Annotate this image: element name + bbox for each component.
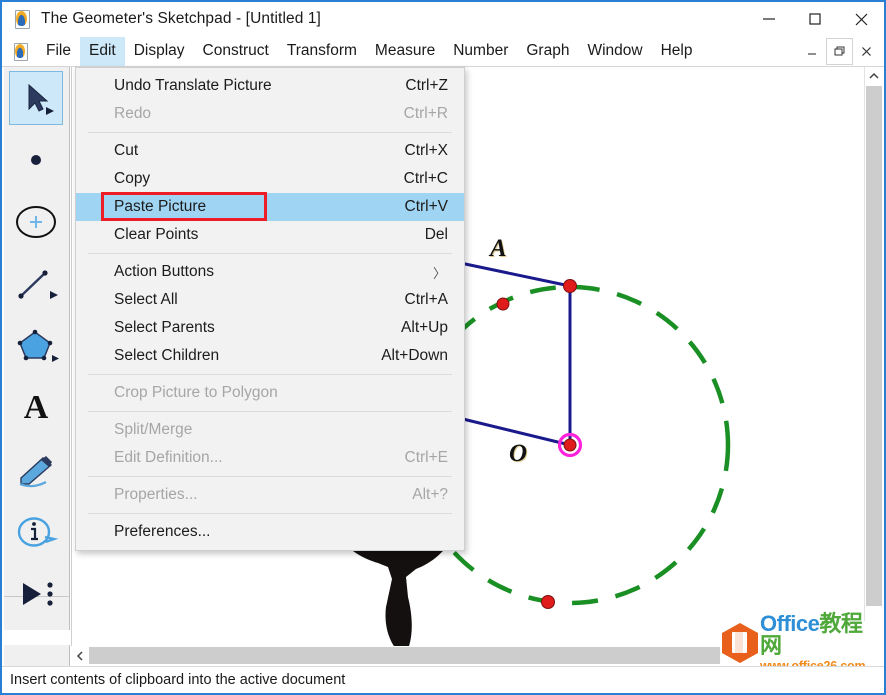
menu-separator — [88, 411, 452, 412]
menu-option-accel: Ctrl+C — [403, 170, 448, 187]
point-left-hidden — [496, 297, 510, 311]
tool-compass-circle[interactable] — [4, 191, 68, 253]
menu-item-help[interactable]: Help — [652, 37, 702, 66]
scrollbar-corner — [4, 645, 70, 667]
maximize-icon[interactable] — [792, 2, 838, 36]
menu-option-select-all[interactable]: Select All Ctrl+A — [76, 286, 464, 314]
status-text: Insert contents of clipboard into the ac… — [10, 672, 346, 688]
menu-option-action-buttons[interactable]: Action Buttons 〉 — [76, 258, 464, 286]
chevron-right-icon: 〉 — [432, 265, 446, 281]
menu-option-clear-points[interactable]: Clear Points Del — [76, 221, 464, 249]
menu-option-crop-picture-to-polygon[interactable]: Crop Picture to Polygon — [76, 379, 464, 407]
tool-point[interactable] — [4, 129, 68, 191]
status-bar: Insert contents of clipboard into the ac… — [2, 666, 884, 693]
menu-option-accel: Ctrl+X — [404, 142, 449, 159]
menu-option-preferences[interactable]: Preferences... — [76, 518, 464, 546]
point-label-A[interactable]: A — [490, 235, 507, 263]
doc-minimize-icon[interactable] — [799, 38, 826, 65]
minimize-icon[interactable] — [746, 2, 792, 36]
menu-item-edit[interactable]: Edit — [79, 36, 125, 66]
menu-option-accel: Ctrl+E — [404, 449, 449, 466]
window-title: The Geometer's Sketchpad - [Untitled 1] — [41, 10, 321, 27]
close-icon[interactable] — [838, 2, 884, 36]
menu-separator — [88, 253, 452, 254]
menu-option-label: Clear Points — [114, 226, 199, 243]
tools-palette: A — [4, 67, 70, 630]
tool-arrow-select[interactable] — [4, 67, 68, 129]
menu-separator — [88, 513, 452, 514]
menu-option-label: Paste Picture — [114, 198, 207, 215]
doc-close-icon[interactable] — [853, 38, 880, 65]
menu-option-cut[interactable]: Cut Ctrl+X — [76, 137, 464, 165]
menu-option-select-parents[interactable]: Select Parents Alt+Up — [76, 314, 464, 342]
menu-option-label: Cut — [114, 142, 139, 159]
menu-option-properties[interactable]: Properties... Alt+? — [76, 481, 464, 509]
menu-option-label: Action Buttons — [114, 263, 214, 280]
chevron-up-icon[interactable] — [865, 67, 883, 85]
menu-bar: File Edit Display Construct Transform Me… — [2, 36, 884, 67]
window-controls — [746, 2, 884, 36]
menu-option-label: Edit Definition... — [114, 449, 223, 466]
menu-option-label: Properties... — [114, 486, 198, 503]
menu-option-label: Select All — [114, 291, 178, 308]
tool-marker-pen[interactable] — [4, 439, 68, 501]
menu-item-construct[interactable]: Construct — [194, 37, 278, 66]
menu-item-graph[interactable]: Graph — [517, 37, 578, 66]
menu-option-label: Redo — [114, 105, 152, 122]
tool-text[interactable]: A — [4, 377, 68, 439]
menu-option-label: Undo Translate Picture — [114, 77, 272, 94]
menu-option-paste-picture[interactable]: Paste Picture Ctrl+V — [76, 192, 464, 221]
tool-straightedge-segment[interactable] — [4, 253, 68, 315]
menu-item-file[interactable]: File — [37, 37, 80, 66]
menu-option-accel: Ctrl+A — [404, 291, 449, 308]
menu-option-accel: Ctrl+Z — [405, 77, 448, 94]
menu-option-accel: Alt+? — [412, 486, 448, 503]
tool-information[interactable] — [4, 501, 68, 563]
menu-option-select-children[interactable]: Select Children Alt+Down — [76, 342, 464, 370]
point-bottom — [541, 595, 555, 609]
menu-option-redo[interactable]: Redo Ctrl+R — [76, 100, 464, 128]
doc-restore-icon[interactable] — [826, 38, 853, 65]
sketchpad-small-icon — [12, 42, 29, 61]
menu-option-label: Select Parents — [114, 319, 215, 336]
menu-option-split-merge[interactable]: Split/Merge — [76, 416, 464, 444]
menu-separator — [88, 374, 452, 375]
point-O — [563, 438, 577, 452]
edit-dropdown-menu[interactable]: Undo Translate Picture Ctrl+Z Redo Ctrl+… — [75, 67, 465, 551]
menu-item-number[interactable]: Number — [444, 37, 517, 66]
office-hex-logo-icon — [720, 621, 760, 665]
point-A — [563, 279, 577, 293]
menu-option-label: Preferences... — [114, 523, 211, 540]
menu-option-accel: Ctrl+R — [403, 105, 448, 122]
menu-option-accel: Alt+Up — [401, 319, 448, 336]
chevron-left-icon[interactable] — [71, 646, 89, 665]
menu-option-accel: Alt+Down — [381, 347, 448, 364]
title-bar: The Geometer's Sketchpad - [Untitled 1] — [2, 2, 884, 36]
vertical-scroll-thumb[interactable] — [866, 86, 882, 606]
menu-item-measure[interactable]: Measure — [366, 37, 444, 66]
menu-item-window[interactable]: Window — [578, 37, 651, 66]
menu-option-label: Select Children — [114, 347, 220, 364]
menu-item-display[interactable]: Display — [125, 37, 194, 66]
menu-option-label: Crop Picture to Polygon — [114, 384, 278, 401]
menu-separator — [88, 132, 452, 133]
menu-separator — [88, 476, 452, 477]
menu-option-label: Copy — [114, 170, 151, 187]
point-label-O[interactable]: O — [509, 440, 527, 468]
menu-item-transform[interactable]: Transform — [278, 37, 366, 66]
document-window-controls — [799, 38, 880, 65]
sketchpad-icon — [12, 9, 32, 29]
watermark-logo: Office教程网 www.office26.com — [720, 613, 880, 672]
application-window: The Geometer's Sketchpad - [Untitled 1] … — [0, 0, 886, 695]
menu-option-accel: Ctrl+V — [404, 198, 449, 215]
menu-option-undo-translate-picture[interactable]: Undo Translate Picture Ctrl+Z — [76, 72, 464, 100]
menu-option-edit-definition[interactable]: Edit Definition... Ctrl+E — [76, 444, 464, 472]
tool-polygon[interactable] — [4, 315, 68, 377]
menu-option-label: Split/Merge — [114, 421, 193, 438]
vertical-scrollbar[interactable] — [864, 67, 882, 647]
menu-option-accel: Del — [424, 226, 448, 243]
menu-option-copy[interactable]: Copy Ctrl+C — [76, 165, 464, 193]
